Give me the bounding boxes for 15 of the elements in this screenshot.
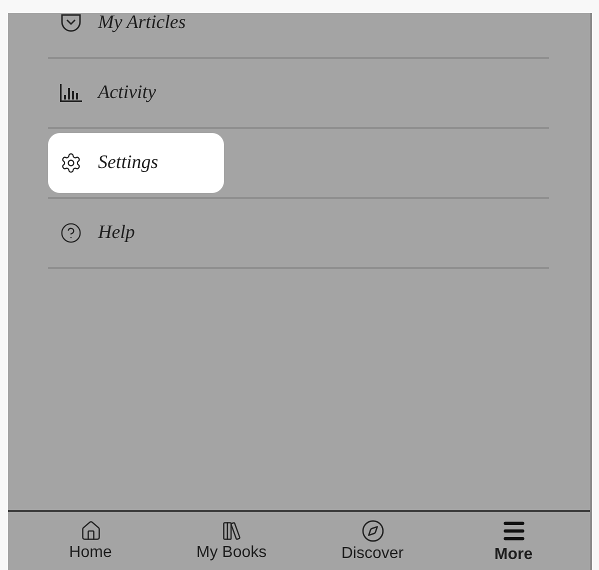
nav-tab[interactable]: Home: [20, 512, 161, 570]
menu-item[interactable]: Help: [48, 203, 224, 263]
nav-tab[interactable]: My Books: [161, 512, 302, 570]
menu-item[interactable]: Activity: [48, 63, 224, 123]
bar-chart-icon: [60, 84, 82, 102]
compass-icon: [360, 519, 384, 543]
books-icon: [220, 520, 242, 542]
nav-tab[interactable]: Discover: [302, 512, 443, 570]
help-icon: [60, 222, 82, 244]
nav-tab[interactable]: More: [443, 512, 584, 570]
home-icon: [80, 520, 102, 542]
menu-item[interactable]: Settings: [48, 133, 224, 193]
settings-icon: [60, 152, 82, 174]
menu-item[interactable]: My Articles: [48, 13, 224, 53]
pocket-icon: [60, 13, 82, 34]
